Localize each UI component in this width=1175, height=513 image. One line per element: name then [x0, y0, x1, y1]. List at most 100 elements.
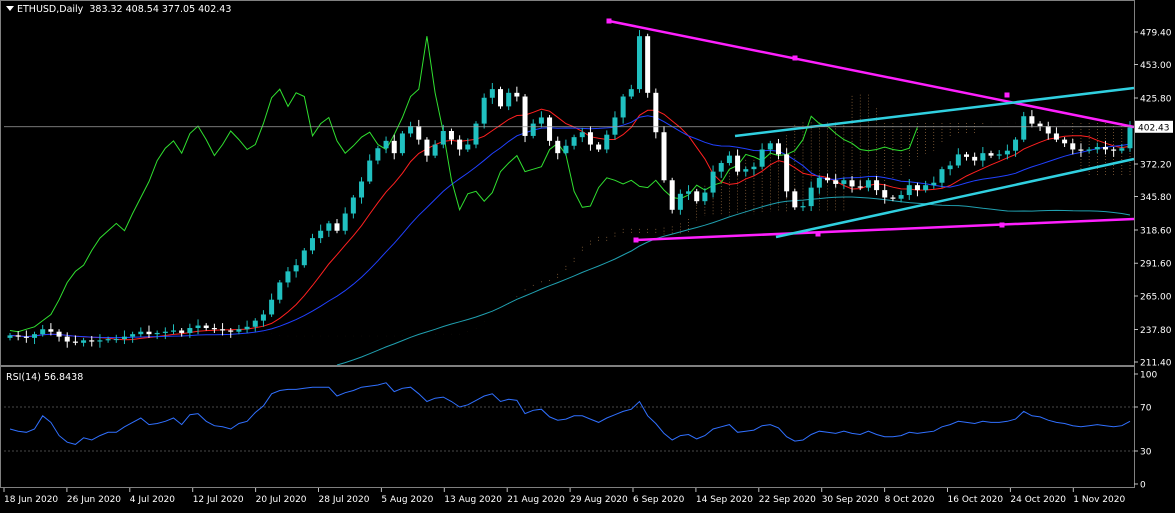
candle-body — [383, 140, 389, 149]
trendline-cyan-upper — [734, 86, 1135, 138]
rsi-tick-label: 30 — [1140, 448, 1152, 458]
time-tick-label: 6 Sep 2020 — [633, 495, 685, 505]
rsi-chart[interactable]: 100 70 30 0 — [0, 366, 1175, 491]
candle-body — [359, 181, 365, 198]
price-tick-label: 425.80 — [1140, 95, 1172, 105]
candle-body — [1094, 147, 1100, 150]
candle-body — [228, 330, 234, 332]
price-tick-label: 265.00 — [1140, 293, 1172, 303]
time-tick-label: 5 Aug 2020 — [381, 495, 433, 505]
candle-body — [1029, 116, 1035, 124]
candle-body — [1111, 149, 1117, 151]
candle-body — [481, 97, 487, 124]
trendline-anchor-point — [606, 18, 612, 24]
candle-body — [309, 238, 315, 251]
candle-body — [710, 171, 716, 193]
candle-body — [7, 335, 13, 338]
candle-body — [399, 133, 405, 154]
candle-body — [865, 180, 871, 188]
trendline-magenta-upper — [608, 19, 1135, 129]
candle-body — [146, 331, 152, 335]
candle-body — [326, 223, 332, 231]
time-tick-label: 26 Jun 2020 — [67, 495, 121, 505]
candle-body — [587, 132, 593, 145]
candle-body — [571, 137, 577, 146]
candle-body — [751, 166, 757, 170]
trendline-anchor-point — [815, 231, 821, 237]
symbol-label: ETHUSD,Daily — [17, 4, 84, 15]
candle-body — [448, 131, 454, 140]
candle-body — [416, 126, 422, 140]
trendline-anchor-point — [633, 237, 639, 243]
time-tick-label: 21 Aug 2020 — [507, 495, 565, 505]
candle-body — [1078, 149, 1084, 151]
candle-body — [1119, 148, 1125, 151]
candle-body — [563, 145, 569, 154]
candle-body — [1086, 149, 1092, 151]
candle-body — [375, 148, 381, 161]
candle-body — [269, 299, 275, 315]
time-tick-label: 1 Nov 2020 — [1073, 495, 1125, 505]
ma-longterm-line — [336, 196, 1131, 366]
candle-body — [784, 154, 790, 192]
candle-body — [547, 117, 553, 141]
rsi-pane[interactable]: 100 70 30 0 — [0, 366, 1175, 491]
candle-body — [939, 169, 945, 183]
candle-body — [138, 331, 144, 335]
candle-body — [898, 195, 904, 199]
candles — [7, 30, 1133, 348]
time-tick-label: 16 Oct 2020 — [948, 495, 1004, 505]
time-tick-label: 14 Sep 2020 — [696, 495, 753, 505]
candle-body — [972, 156, 978, 161]
time-tick-label: 12 Jul 2020 — [193, 495, 244, 505]
price-chart-pane[interactable]: 479.40 453.00 425.80 372.20 345.80 318.60 291.… — [0, 0, 1175, 369]
trendline-anchor-point — [999, 222, 1005, 228]
trendline-anchor-point — [792, 55, 798, 61]
candle-body — [48, 329, 54, 332]
candle-body — [105, 339, 111, 341]
candle-body — [636, 36, 642, 90]
candle-body — [252, 320, 258, 327]
candle-body — [677, 193, 683, 210]
time-tick-label: 18 Jun 2020 — [4, 495, 58, 505]
candle-body — [669, 180, 675, 210]
candle-body — [792, 191, 798, 208]
candle-body — [23, 336, 29, 338]
candle-body — [702, 192, 708, 202]
price-tick-label: 345.80 — [1140, 193, 1172, 203]
time-tick-label: 13 Aug 2020 — [444, 495, 502, 505]
candle-body — [1037, 123, 1043, 127]
price-chart[interactable]: 479.40 453.00 425.80 372.20 345.80 318.60 291.… — [0, 0, 1175, 369]
candle-body — [367, 160, 373, 182]
candle-body — [735, 155, 741, 172]
candle-body — [849, 180, 855, 187]
price-tick-label: 479.40 — [1140, 29, 1172, 39]
candle-body — [489, 89, 495, 98]
candle-body — [931, 182, 937, 186]
candle-body — [457, 139, 463, 150]
candle-body — [334, 223, 340, 231]
candle-body — [465, 144, 471, 150]
candle-body — [743, 169, 749, 172]
candle-body — [857, 186, 863, 188]
candle-body — [800, 206, 806, 208]
candle-body — [890, 197, 896, 199]
candle-body — [1013, 139, 1019, 151]
rsi-tick-label: 100 — [1140, 371, 1157, 381]
candle-body — [424, 139, 430, 156]
candle-body — [260, 314, 266, 321]
candle-body — [350, 197, 356, 214]
collapse-arrow-icon[interactable] — [6, 6, 14, 11]
price-tick-label: 372.20 — [1140, 161, 1172, 171]
candle-body — [97, 340, 103, 342]
candle-body — [694, 191, 700, 202]
candle-body — [130, 334, 136, 337]
candle-body — [914, 185, 920, 191]
candle-body — [15, 335, 21, 337]
rsi-frame — [0, 366, 1135, 488]
candle-body — [530, 123, 536, 136]
candle-body — [187, 328, 193, 333]
candle-body — [816, 177, 822, 188]
ma-green-line — [9, 36, 918, 333]
candle-body — [808, 187, 814, 207]
